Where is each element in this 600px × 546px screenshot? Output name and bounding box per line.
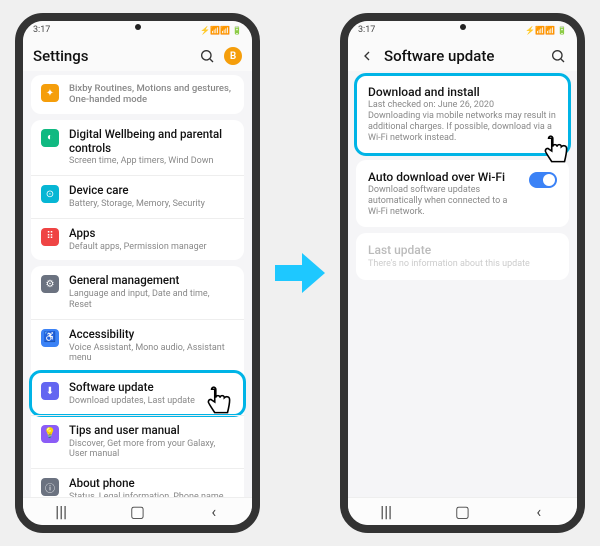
status-time: 3:17: [358, 25, 375, 35]
row-device-care[interactable]: ⊙ Device care Battery, Storage, Memory, …: [31, 175, 244, 218]
camera-dot: [135, 24, 141, 30]
status-time: 3:17: [33, 25, 50, 35]
nav-recents-icon[interactable]: |||: [49, 504, 73, 520]
phone-left: 3:17 ⚡📶📶 🔋 Settings B ✦ Bixby Routines, …: [15, 13, 260, 533]
row-title: Device care: [69, 184, 234, 198]
nav-bar: ||| ▢ ‹: [23, 497, 252, 525]
row-sub: Status, Legal information, Phone name: [69, 492, 234, 497]
wellbeing-icon: ◐: [41, 129, 59, 147]
accessibility-icon: ♿: [41, 329, 59, 347]
settings-list[interactable]: ✦ Bixby Routines, Motions and gestures, …: [23, 71, 252, 497]
row-sub: Voice Assistant, Mono audio, Assistant m…: [69, 343, 234, 365]
row-sub: Last checked on: June 26, 2020 Downloadi…: [368, 100, 557, 143]
row-title: Last update: [368, 243, 557, 257]
row-sub: Download software updates automatically …: [368, 185, 519, 217]
update-header: Software update: [348, 39, 577, 71]
row-general[interactable]: ⚙ General management Language and input,…: [31, 266, 244, 318]
row-auto-download[interactable]: Auto download over Wi-Fi Download softwa…: [356, 160, 569, 228]
wifi-toggle[interactable]: [529, 172, 557, 188]
row-software-update[interactable]: ⬇ Software update Download updates, Last…: [31, 372, 244, 415]
update-list[interactable]: Download and install Last checked on: Ju…: [348, 71, 577, 497]
settings-header: Settings B: [23, 39, 252, 71]
row-bixby[interactable]: ✦ Bixby Routines, Motions and gestures, …: [31, 75, 244, 114]
row-sub: Language and input, Date and time, Reset: [69, 289, 234, 311]
row-sub: Bixby Routines, Motions and gestures, On…: [69, 83, 234, 106]
apps-icon: ⠿: [41, 228, 59, 246]
bixby-icon: ✦: [41, 84, 59, 102]
row-title: Download and install: [368, 85, 557, 99]
row-title: Apps: [69, 227, 234, 241]
row-title: Tips and user manual: [69, 424, 234, 438]
row-sub: Download updates, Last update: [69, 396, 234, 407]
nav-home-icon[interactable]: ▢: [450, 504, 474, 520]
arrow-right-icon: [270, 243, 330, 303]
general-icon: ⚙: [41, 275, 59, 293]
camera-dot: [460, 24, 466, 30]
profile-avatar[interactable]: B: [224, 47, 242, 65]
row-accessibility[interactable]: ♿ Accessibility Voice Assistant, Mono au…: [31, 319, 244, 372]
row-about-phone[interactable]: ⓘ About phone Status, Legal information,…: [31, 468, 244, 497]
settings-title: Settings: [33, 47, 190, 65]
row-title: Digital Wellbeing and parental controls: [69, 128, 234, 156]
phone-right: 3:17 ⚡📶📶 🔋 Software update Download and …: [340, 13, 585, 533]
nav-home-icon[interactable]: ▢: [125, 504, 149, 520]
nav-back-icon[interactable]: ‹: [527, 504, 551, 520]
nav-back-icon[interactable]: ‹: [202, 504, 226, 520]
nav-recents-icon[interactable]: |||: [374, 504, 398, 520]
row-wellbeing[interactable]: ◐ Digital Wellbeing and parental control…: [31, 120, 244, 175]
search-icon[interactable]: [549, 47, 567, 65]
nav-bar: ||| ▢ ‹: [348, 497, 577, 525]
row-title: Accessibility: [69, 328, 234, 342]
row-title: Software update: [69, 381, 234, 395]
status-icons: ⚡📶📶 🔋: [525, 26, 567, 35]
row-title: About phone: [69, 477, 234, 491]
row-title: Auto download over Wi-Fi: [368, 170, 519, 184]
row-download-install[interactable]: Download and install Last checked on: Ju…: [356, 75, 569, 154]
row-title: General management: [69, 274, 234, 288]
row-sub: Default apps, Permission manager: [69, 242, 234, 253]
row-sub: Screen time, App timers, Wind Down: [69, 156, 234, 167]
row-sub: Discover, Get more from your Galaxy, Use…: [69, 439, 234, 461]
back-icon[interactable]: [358, 47, 376, 65]
status-icons: ⚡📶📶 🔋: [200, 26, 242, 35]
about-phone-icon: ⓘ: [41, 478, 59, 496]
tips-icon: 💡: [41, 425, 59, 443]
row-sub: Battery, Storage, Memory, Security: [69, 199, 234, 210]
search-icon[interactable]: [198, 47, 216, 65]
row-apps[interactable]: ⠿ Apps Default apps, Permission manager: [31, 218, 244, 261]
device-care-icon: ⊙: [41, 185, 59, 203]
update-title: Software update: [384, 47, 541, 65]
row-sub: There's no information about this update: [368, 259, 557, 270]
row-last-update: Last update There's no information about…: [356, 233, 569, 279]
row-tips[interactable]: 💡 Tips and user manual Discover, Get mor…: [31, 415, 244, 468]
software-update-icon: ⬇: [41, 382, 59, 400]
transition-arrow: [270, 243, 330, 303]
